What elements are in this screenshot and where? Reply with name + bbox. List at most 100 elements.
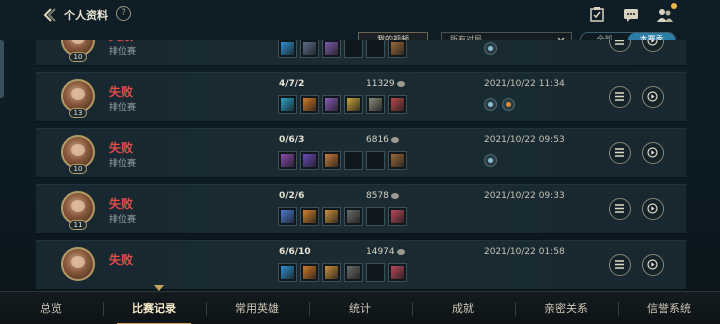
item-slot xyxy=(278,95,297,114)
item-slot xyxy=(278,151,297,170)
champion-level-badge: 13 xyxy=(69,108,87,118)
list-detail-icon xyxy=(615,260,624,269)
kda-stat: 0/2/6 xyxy=(279,191,305,201)
nav-tab[interactable]: 常用英雄 xyxy=(206,292,308,324)
item-slot xyxy=(278,207,297,226)
gold-value: 8578 xyxy=(366,191,389,201)
item-slot xyxy=(344,95,363,114)
empty-item-slot xyxy=(366,207,385,226)
summoner-spell-icon xyxy=(502,98,515,111)
empty-item-slot xyxy=(366,151,385,170)
list-detail-icon xyxy=(615,148,624,157)
champion-level-badge: 11 xyxy=(69,220,87,230)
item-icon xyxy=(325,42,338,55)
nav-divider xyxy=(309,302,310,316)
match-result: 失败 xyxy=(109,141,134,155)
item-slot xyxy=(388,207,407,226)
replay-button[interactable] xyxy=(642,86,664,108)
item-icon xyxy=(369,98,382,111)
item-slot xyxy=(344,207,363,226)
item-icon xyxy=(303,210,316,223)
item-icon xyxy=(303,98,316,111)
champion-portrait xyxy=(71,88,85,100)
replay-button[interactable] xyxy=(642,198,664,220)
item-icon xyxy=(325,98,338,111)
gold-earned: 14974 xyxy=(366,247,405,257)
item-icon xyxy=(347,210,360,223)
match-row[interactable]: 10失败排位赛 xyxy=(36,40,686,66)
nav-tab[interactable]: 统计 xyxy=(309,292,411,324)
replay-icon xyxy=(647,203,658,214)
item-slot xyxy=(300,40,319,58)
item-icon xyxy=(391,42,404,55)
replay-icon xyxy=(647,40,658,46)
match-detail-button[interactable] xyxy=(609,254,631,276)
replay-icon xyxy=(647,91,658,102)
friends-icon[interactable] xyxy=(657,7,673,23)
item-icon xyxy=(391,210,404,223)
gold-earned: 11329 xyxy=(366,79,405,89)
item-icon xyxy=(325,210,338,223)
nav-tab[interactable]: 总览 xyxy=(0,292,102,324)
nav-tab[interactable]: 亲密关系 xyxy=(515,292,617,324)
item-icon xyxy=(391,266,404,279)
list-detail-icon xyxy=(615,92,624,101)
gold-coin-icon xyxy=(396,248,405,255)
gold-earned: 6816 xyxy=(366,135,399,145)
game-mode: 排位赛 xyxy=(109,47,137,57)
summoner-spell-icon xyxy=(484,42,497,55)
nav-divider xyxy=(618,302,619,316)
header: 个人资料 ? xyxy=(0,0,720,30)
match-datetime: 2021/10/22 09:53 xyxy=(484,135,565,145)
empty-item-slot xyxy=(366,263,385,282)
champion-portrait xyxy=(71,144,85,156)
item-slot xyxy=(322,95,341,114)
item-icon xyxy=(281,154,294,167)
nav-tab[interactable]: 比赛记录 xyxy=(103,292,205,324)
item-slot xyxy=(300,263,319,282)
match-row[interactable]: 13 失败 排位赛 4/7/2 11329 2021/10/22 11:34 xyxy=(36,72,686,122)
match-detail-button[interactable] xyxy=(609,86,631,108)
nav-tab[interactable]: 信誉系统 xyxy=(618,292,720,324)
item-icon xyxy=(281,98,294,111)
champion-portrait xyxy=(71,200,85,212)
item-slot xyxy=(388,95,407,114)
item-icon xyxy=(303,154,316,167)
page-title: 个人资料 xyxy=(64,9,108,22)
chat-icon[interactable] xyxy=(623,7,639,23)
match-detail-button[interactable] xyxy=(609,198,631,220)
replay-button[interactable] xyxy=(642,40,664,52)
champion-level-badge: 10 xyxy=(69,52,87,62)
match-row[interactable]: 10 失败 排位赛 0/6/3 6816 2021/10/22 09:53 xyxy=(36,128,686,178)
replay-button[interactable] xyxy=(642,254,664,276)
champion-avatar xyxy=(61,247,95,281)
nav-divider xyxy=(103,302,104,316)
app-window: 个人资料 ? 我的视频 所有对局 xyxy=(0,0,720,324)
help-icon[interactable]: ? xyxy=(116,6,131,21)
item-slot xyxy=(322,207,341,226)
match-row[interactable]: 11 失败 排位赛 0/2/6 8578 2021/10/22 09:33 xyxy=(36,184,686,234)
match-detail-button[interactable] xyxy=(609,40,631,52)
match-list[interactable]: 10失败排位赛13失败排位赛4/7/2113292021/10/22 11:34… xyxy=(36,40,686,290)
item-slot xyxy=(388,263,407,282)
item-icon xyxy=(391,154,404,167)
match-row[interactable]: 失败 6/6/10 14974 2021/10/22 01:58 xyxy=(36,240,686,290)
kda-stat: 4/7/2 xyxy=(279,79,305,89)
replay-button[interactable] xyxy=(642,142,664,164)
match-detail-button[interactable] xyxy=(609,142,631,164)
item-icon xyxy=(281,42,294,55)
item-slot xyxy=(300,151,319,170)
item-slot xyxy=(278,40,297,58)
summoner-spell-icon xyxy=(484,98,497,111)
nav-divider xyxy=(515,302,516,316)
notification-dot xyxy=(671,3,677,9)
item-slot xyxy=(388,40,407,58)
match-datetime: 2021/10/22 01:58 xyxy=(484,247,565,257)
checklist-icon[interactable] xyxy=(589,7,605,23)
match-result: 失败 xyxy=(109,85,134,99)
nav-tab[interactable]: 成就 xyxy=(412,292,514,324)
match-result: 失败 xyxy=(109,197,134,211)
list-detail-icon xyxy=(615,40,624,45)
chevron-left-icon[interactable] xyxy=(40,6,58,24)
nav-divider xyxy=(412,302,413,316)
